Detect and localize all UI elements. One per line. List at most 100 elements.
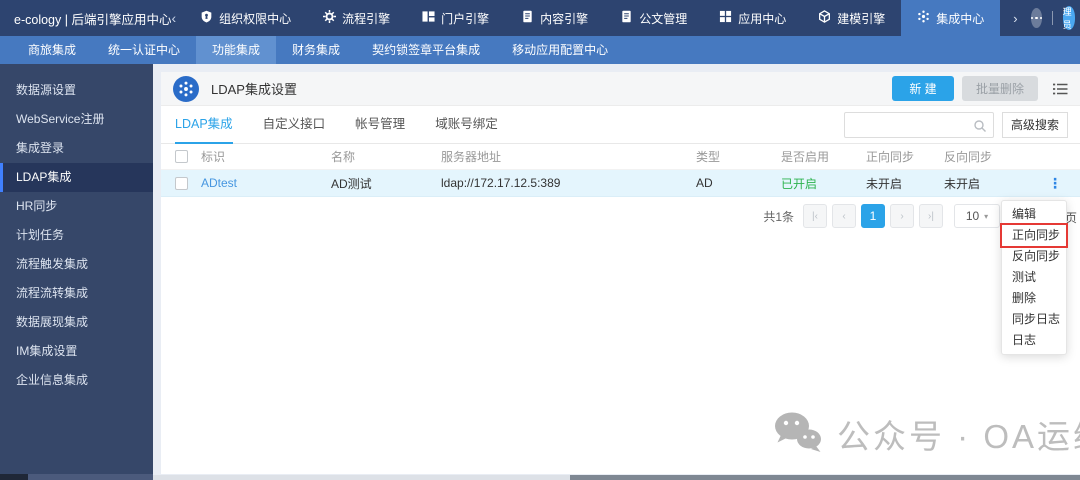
gear-icon: [323, 10, 337, 26]
watermark-text: 公众号 · OA运维: [837, 418, 1080, 455]
top-nav-item-workflow[interactable]: 流程引擎: [307, 0, 406, 36]
pagination-last-button[interactable]: ›|: [919, 204, 943, 228]
shield-icon: [200, 10, 213, 26]
top-navigation-bar: e-cology | 后端引擎应用中心 ‹ 组织权限中心 流程引擎 门户引擎 内…: [0, 0, 1080, 36]
row-server-address: ldap://172.17.12.5:389: [441, 176, 561, 190]
tab-account-management[interactable]: 帐号管理: [355, 106, 405, 144]
secondary-navigation-bar: 商旅集成 统一认证中心 功能集成 财务集成 契约锁签章平台集成 移动应用配置中心: [0, 36, 1080, 64]
topbar-divider: [1052, 11, 1053, 25]
subnav-item-function-integration[interactable]: 功能集成: [196, 36, 277, 64]
integration-circle-icon: [173, 75, 199, 102]
tab-domain-account-binding[interactable]: 域账号绑定: [435, 106, 498, 144]
pagination: 共1条 |‹ ‹ 1 › ›| 10 ▾ 条/页: [161, 204, 1080, 228]
app-brand-title: e-cology | 后端引擎应用中心: [14, 12, 172, 27]
row-id-link[interactable]: ADtest: [201, 176, 237, 190]
document-icon: [521, 10, 534, 26]
subnav-item-business-travel[interactable]: 商旅集成: [12, 36, 92, 64]
top-nav-item-content[interactable]: 内容引擎: [505, 0, 604, 36]
sidebar-item-data-display[interactable]: 数据展现集成: [0, 308, 153, 337]
row-type: AD: [696, 176, 713, 190]
row-checkbox[interactable]: [174, 176, 188, 190]
top-nav-label: 集成中心: [936, 11, 985, 26]
top-nav-label: 流程引擎: [342, 11, 391, 26]
advanced-search-button[interactable]: 高级搜索: [1002, 111, 1068, 138]
scrollbar-corner: [28, 474, 153, 480]
subnav-item-finance-integration[interactable]: 财务集成: [276, 36, 356, 64]
watermark: 公众号 · OA运维: [773, 410, 1080, 458]
sidebar-item-workflow-trigger[interactable]: 流程触发集成: [0, 250, 153, 279]
menu-item-delete[interactable]: 删除: [1002, 288, 1066, 309]
pagination-total: 共1条: [763, 209, 794, 224]
column-header-reverse-sync[interactable]: 反向同步: [944, 148, 1034, 165]
menu-item-forward-sync[interactable]: 正向同步: [1000, 223, 1068, 248]
horizontal-scrollbar-thumb[interactable]: [570, 475, 1080, 480]
column-header-enabled[interactable]: 是否启用: [781, 148, 866, 165]
tabs-row: LDAP集成 自定义接口 帐号管理 域账号绑定 高级搜索: [161, 106, 1080, 144]
search-area: 高级搜索: [844, 111, 1068, 138]
nav-back-chevron-icon[interactable]: ‹: [171, 10, 176, 26]
batch-delete-button[interactable]: 批量删除: [962, 76, 1038, 101]
sidebar-item-sso[interactable]: 集成登录: [0, 134, 153, 163]
ldap-settings-panel: LDAP集成设置 新 建 批量删除 LDAP集成 自定义接口 帐号管理 域账号绑…: [161, 72, 1080, 474]
subnav-item-qiyuesuo[interactable]: 契约锁签章平台集成: [356, 36, 496, 64]
table-row[interactable]: ADtest AD测试 ldap://172.17.12.5:389 AD 已开…: [161, 170, 1080, 197]
pagination-prev-button[interactable]: ‹: [832, 204, 856, 228]
top-nav-item-integration-center[interactable]: 集成中心: [901, 0, 1001, 36]
subnav-item-unified-auth[interactable]: 统一认证中心: [92, 36, 196, 64]
cube-icon: [818, 10, 831, 26]
select-all-checkbox[interactable]: [174, 150, 188, 163]
column-header-type[interactable]: 类型: [696, 148, 781, 165]
top-nav-item-org-rights[interactable]: 组织权限中心: [184, 0, 307, 36]
pagination-page-1-button[interactable]: 1: [861, 204, 885, 228]
main-content-area: LDAP集成设置 新 建 批量删除 LDAP集成 自定义接口 帐号管理 域账号绑…: [153, 64, 1080, 480]
new-button[interactable]: 新 建: [892, 76, 954, 101]
top-nav-item-modeling[interactable]: 建模引擎: [802, 0, 901, 36]
sidebar-item-webservice[interactable]: WebService注册: [0, 105, 153, 134]
user-avatar[interactable]: 理员: [1062, 6, 1076, 30]
scrollbar-corner: [0, 474, 28, 480]
top-nav-label: 应用中心: [738, 11, 787, 26]
top-nav-item-portal[interactable]: 门户引擎: [406, 0, 505, 36]
sidebar-item-scheduled-tasks[interactable]: 计划任务: [0, 221, 153, 250]
row-actions-dropdown-menu: 编辑 正向同步 反向同步 测试 删除 同步日志 日志: [1000, 200, 1068, 355]
tab-ldap-integration[interactable]: LDAP集成: [175, 106, 233, 144]
layout-icon: [422, 10, 435, 26]
top-nav-item-official-doc[interactable]: 公文管理: [604, 0, 703, 36]
row-actions-menu-icon[interactable]: ⋮: [1048, 176, 1062, 190]
menu-item-log[interactable]: 日志: [1002, 330, 1066, 351]
column-header-server[interactable]: 服务器地址: [441, 148, 696, 165]
menu-item-edit[interactable]: 编辑: [1002, 204, 1066, 225]
nav-forward-chevron-icon[interactable]: ›: [1000, 0, 1030, 36]
subnav-item-mobile-config[interactable]: 移动应用配置中心: [496, 36, 624, 64]
top-nav-label: 建模引擎: [837, 11, 886, 26]
sidebar-item-enterprise-info[interactable]: 企业信息集成: [0, 366, 153, 395]
more-options-icon[interactable]: [1030, 8, 1043, 28]
column-header-name[interactable]: 名称: [331, 148, 441, 165]
page-size-select[interactable]: 10 ▾: [954, 204, 1000, 228]
search-input[interactable]: [845, 112, 993, 137]
column-header-forward-sync[interactable]: 正向同步: [866, 148, 944, 165]
table-header-row: 标识 名称 服务器地址 类型 是否启用 正向同步 反向同步: [161, 144, 1080, 170]
top-nav-item-app-center[interactable]: 应用中心: [703, 0, 802, 36]
top-nav-label: 公文管理: [639, 11, 688, 26]
chevron-down-icon: ▾: [984, 211, 989, 221]
list-view-icon[interactable]: [1052, 82, 1068, 96]
menu-item-reverse-sync[interactable]: 反向同步: [1002, 246, 1066, 267]
pagination-first-button[interactable]: |‹: [803, 204, 827, 228]
pagination-next-button[interactable]: ›: [890, 204, 914, 228]
top-nav-label: 内容引擎: [540, 11, 589, 26]
menu-item-sync-log[interactable]: 同步日志: [1002, 309, 1066, 330]
search-icon[interactable]: [973, 119, 987, 138]
sidebar-item-im-settings[interactable]: IM集成设置: [0, 337, 153, 366]
tab-custom-interface[interactable]: 自定义接口: [263, 106, 326, 144]
page-title: LDAP集成设置: [211, 82, 297, 97]
column-header-id[interactable]: 标识: [201, 148, 331, 165]
sidebar-item-hr-sync[interactable]: HR同步: [0, 192, 153, 221]
wechat-icon: [773, 411, 823, 458]
grid-icon: [719, 10, 732, 26]
sidebar-item-datasource[interactable]: 数据源设置: [0, 76, 153, 105]
row-forward-sync-status: 未开启: [866, 176, 903, 191]
sidebar-item-ldap[interactable]: LDAP集成: [0, 163, 153, 192]
menu-item-test[interactable]: 测试: [1002, 267, 1066, 288]
sidebar-item-workflow-flow[interactable]: 流程流转集成: [0, 279, 153, 308]
